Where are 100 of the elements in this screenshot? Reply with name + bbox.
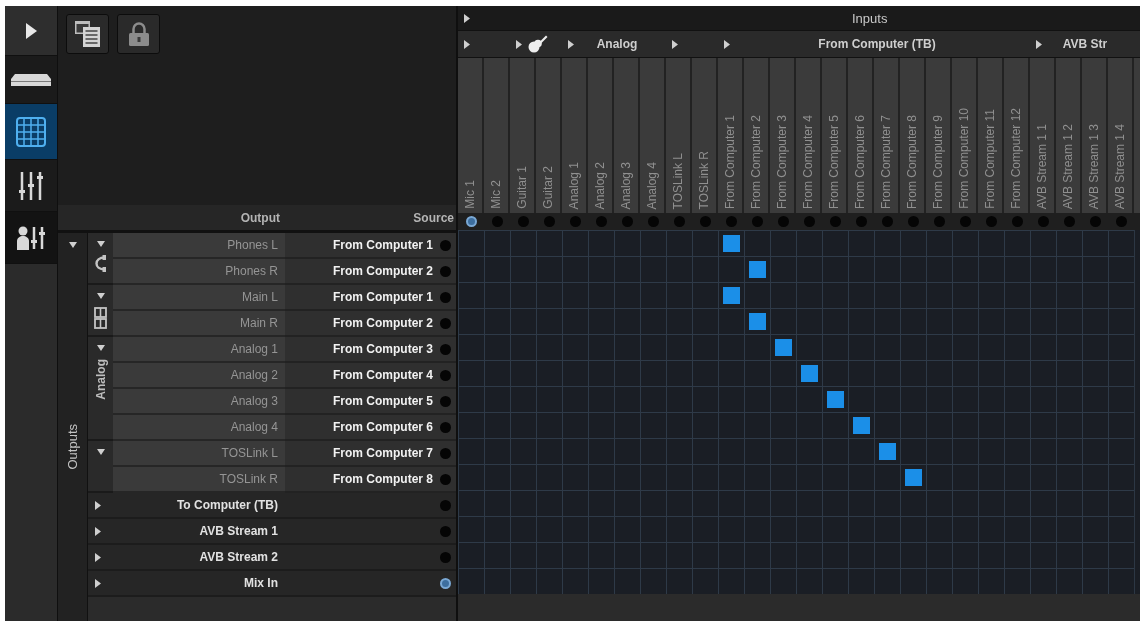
- matrix-cell[interactable]: [822, 568, 848, 594]
- matrix-cell[interactable]: [926, 360, 952, 386]
- matrix-cell[interactable]: [796, 334, 822, 360]
- matrix-cell[interactable]: [562, 334, 588, 360]
- matrix-cell[interactable]: [1056, 542, 1082, 568]
- matrix-cell[interactable]: [640, 412, 666, 438]
- matrix-cell[interactable]: [666, 334, 692, 360]
- matrix-cell[interactable]: [744, 568, 770, 594]
- matrix-cell[interactable]: [1056, 282, 1082, 308]
- matrix-cell[interactable]: [510, 464, 536, 490]
- matrix-cell[interactable]: [900, 308, 926, 334]
- matrix-cell[interactable]: [822, 386, 848, 412]
- matrix-cell[interactable]: [1082, 360, 1108, 386]
- matrix-cell[interactable]: [822, 282, 848, 308]
- matrix-cell[interactable]: [978, 386, 1004, 412]
- matrix-cell[interactable]: [796, 282, 822, 308]
- matrix-cell[interactable]: [588, 542, 614, 568]
- matrix-cell[interactable]: [926, 386, 952, 412]
- matrix-cell[interactable]: [614, 412, 640, 438]
- matrix-cell[interactable]: [1108, 464, 1134, 490]
- caret-right-icon[interactable]: [724, 39, 730, 49]
- matrix-cell[interactable]: [510, 360, 536, 386]
- matrix-cell[interactable]: [744, 542, 770, 568]
- matrix-cell[interactable]: [718, 360, 744, 386]
- matrix-cell[interactable]: [718, 464, 744, 490]
- caret-down-icon[interactable]: [96, 449, 105, 455]
- matrix-cell[interactable]: [874, 386, 900, 412]
- matrix-cell[interactable]: [1108, 308, 1134, 334]
- matrix-cell[interactable]: [458, 464, 484, 490]
- matrix-cell[interactable]: [588, 256, 614, 282]
- status-dot-icon[interactable]: [440, 473, 451, 485]
- status-dot-icon[interactable]: [595, 216, 607, 227]
- matrix-cell[interactable]: [1030, 438, 1056, 464]
- status-dot-icon[interactable]: [440, 421, 451, 433]
- matrix-cell[interactable]: [978, 308, 1004, 334]
- matrix-cell[interactable]: [1056, 386, 1082, 412]
- matrix-cell[interactable]: [692, 490, 718, 516]
- matrix-cell[interactable]: [562, 308, 588, 334]
- matrix-cell[interactable]: [692, 386, 718, 412]
- matrix-cell[interactable]: [562, 438, 588, 464]
- matrix-cell[interactable]: [536, 516, 562, 542]
- caret-right-icon[interactable]: [95, 500, 101, 510]
- matrix-cell[interactable]: [692, 464, 718, 490]
- matrix-cell[interactable]: [952, 308, 978, 334]
- matrix-cell[interactable]: [536, 386, 562, 412]
- matrix-cell[interactable]: [744, 282, 770, 308]
- matrix-cell[interactable]: [848, 282, 874, 308]
- matrix-cell[interactable]: [1082, 568, 1108, 594]
- matrix-cell[interactable]: [744, 464, 770, 490]
- matrix-cell[interactable]: [848, 412, 874, 438]
- matrix-cell[interactable]: [952, 282, 978, 308]
- matrix-cell[interactable]: [692, 230, 718, 256]
- matrix-cell[interactable]: [718, 516, 744, 542]
- matrix-cell[interactable]: [744, 308, 770, 334]
- matrix-cell[interactable]: [1108, 568, 1134, 594]
- matrix-cell[interactable]: [718, 334, 744, 360]
- matrix-cell[interactable]: [900, 542, 926, 568]
- matrix-cell[interactable]: [640, 490, 666, 516]
- matrix-cell[interactable]: [796, 438, 822, 464]
- status-dot-icon[interactable]: [1115, 216, 1127, 227]
- matrix-cell[interactable]: [510, 516, 536, 542]
- matrix-cell[interactable]: [718, 386, 744, 412]
- matrix-cell[interactable]: [796, 360, 822, 386]
- matrix-cell[interactable]: [484, 282, 510, 308]
- matrix-cell[interactable]: [1082, 516, 1108, 542]
- matrix-cell[interactable]: [978, 464, 1004, 490]
- matrix-cell[interactable]: [1030, 386, 1056, 412]
- matrix-cell[interactable]: [484, 256, 510, 282]
- matrix-cell[interactable]: [1004, 438, 1030, 464]
- matrix-cell[interactable]: [692, 334, 718, 360]
- matrix-cell[interactable]: [718, 542, 744, 568]
- matrix-cell[interactable]: [1082, 542, 1108, 568]
- matrix-cell[interactable]: [614, 516, 640, 542]
- matrix-cell[interactable]: [614, 438, 640, 464]
- matrix-cell[interactable]: [926, 542, 952, 568]
- matrix-cell[interactable]: [510, 282, 536, 308]
- matrix-cell[interactable]: [900, 360, 926, 386]
- matrix-cell[interactable]: [640, 360, 666, 386]
- matrix-cell[interactable]: [458, 438, 484, 464]
- matrix-cell[interactable]: [900, 256, 926, 282]
- matrix-cell[interactable]: [614, 568, 640, 594]
- matrix-cell[interactable]: [900, 568, 926, 594]
- matrix-cell[interactable]: [1108, 516, 1134, 542]
- matrix-cell[interactable]: [796, 386, 822, 412]
- matrix-cell[interactable]: [952, 464, 978, 490]
- matrix-cell[interactable]: [874, 464, 900, 490]
- matrix-cell[interactable]: [692, 360, 718, 386]
- matrix-cell[interactable]: [1004, 568, 1030, 594]
- matrix-cell[interactable]: [848, 256, 874, 282]
- matrix-cell[interactable]: [640, 282, 666, 308]
- matrix-cell[interactable]: [952, 334, 978, 360]
- matrix-cell[interactable]: [952, 568, 978, 594]
- matrix-cell[interactable]: [900, 386, 926, 412]
- matrix-cell[interactable]: [822, 308, 848, 334]
- matrix-cell[interactable]: [1056, 230, 1082, 256]
- matrix-cell[interactable]: [536, 334, 562, 360]
- matrix-cell[interactable]: [666, 282, 692, 308]
- status-dot-icon[interactable]: [440, 577, 451, 589]
- matrix-cell[interactable]: [952, 542, 978, 568]
- matrix-cell[interactable]: [900, 464, 926, 490]
